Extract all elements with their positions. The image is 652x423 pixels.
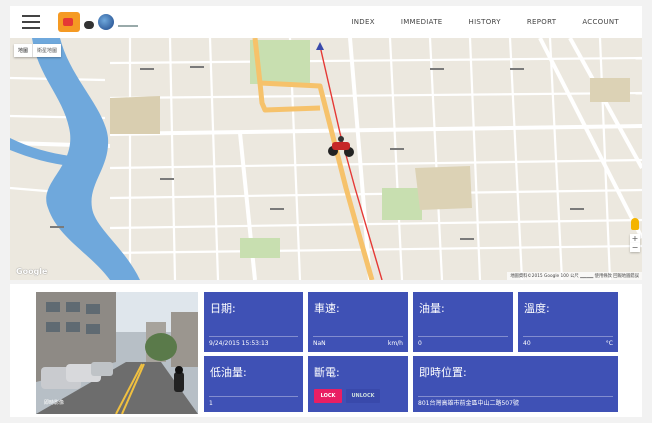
motorcycle-icon [84, 21, 94, 29]
pegman-icon[interactable] [631, 218, 639, 230]
google-logo: Google [16, 267, 48, 276]
card-date: 日期: 9/24/2015 15:53:13 [204, 292, 303, 352]
card-location-value: 801台灣高雄市前金區中山二路507號 [418, 400, 519, 407]
card-temperature: 溫度: 40 °C [518, 292, 618, 352]
card-fuel: 油量: 0 [413, 292, 513, 352]
card-speed-title: 車速: [314, 302, 340, 315]
card-location: 即時位置: 801台灣高雄市前金區中山二路507號 [413, 356, 618, 412]
card-low-fuel-value: 1 [209, 400, 213, 407]
nav-immediate[interactable]: IMMEDIATE [388, 18, 456, 26]
card-temperature-title: 溫度: [524, 302, 550, 315]
zoom-out-button[interactable]: − [630, 243, 640, 252]
logo-badge-icon [58, 12, 80, 32]
hamburger-menu-icon[interactable] [22, 15, 40, 29]
card-power-cut-title: 斷電: [314, 366, 340, 379]
map-type-switch: 地圖 衛星地圖 [14, 44, 62, 57]
card-temperature-unit: °C [605, 340, 613, 347]
card-low-fuel-title: 低油量: [210, 366, 247, 379]
zoom-in-button[interactable]: + [630, 234, 640, 243]
card-speed-unit: km/h [387, 340, 403, 347]
card-low-fuel: 低油量: 1 [204, 356, 303, 412]
app-logo[interactable] [58, 12, 138, 32]
card-fuel-title: 油量: [419, 302, 445, 315]
card-power-cut: 斷電: LOCK UNLOCK [308, 356, 408, 412]
nav-index[interactable]: INDEX [338, 18, 387, 26]
nav-history[interactable]: HISTORY [456, 18, 514, 26]
map-type-satellite[interactable]: 衛星地圖 [32, 44, 61, 57]
top-navbar: INDEX IMMEDIATE HISTORY REPORT ACCOUNT [10, 6, 642, 39]
card-location-title: 即時位置: [419, 366, 467, 379]
map-attribution[interactable]: 地圖資料©2015 Google 100 公尺 ▁▁▁▁ 使用條款 回報地圖錯誤 [507, 272, 642, 280]
main-nav: INDEX IMMEDIATE HISTORY REPORT ACCOUNT [338, 6, 632, 38]
map-view[interactable]: 地圖 衛星地圖 Google + − 地圖資料©2015 Google 100 … [10, 38, 642, 280]
map-type-roadmap[interactable]: 地圖 [14, 44, 32, 57]
globe-icon [98, 14, 114, 30]
card-speed-value: NaN [313, 340, 326, 347]
card-date-value: 9/24/2015 15:53:13 [209, 340, 269, 347]
vehicle-status-panel: 即時影像 日期: 9/24/2015 15:53:13 車速: NaN km/h… [10, 284, 642, 417]
camera-caption: 即時影像 [44, 400, 65, 406]
card-fuel-value: 0 [418, 340, 422, 347]
dashboard-page: INDEX IMMEDIATE HISTORY REPORT ACCOUNT 地… [0, 0, 652, 423]
lock-button[interactable]: LOCK [314, 389, 342, 403]
card-temperature-value: 40 [523, 340, 531, 347]
nav-report[interactable]: REPORT [514, 18, 569, 26]
live-camera-image: 即時影像 [36, 292, 198, 414]
unlock-button[interactable]: UNLOCK [346, 389, 380, 403]
map-zoom-controls: + − [630, 218, 640, 252]
nav-account[interactable]: ACCOUNT [569, 18, 632, 26]
card-date-title: 日期: [210, 302, 236, 315]
card-speed: 車速: NaN km/h [308, 292, 408, 352]
map-canvas [10, 38, 642, 280]
